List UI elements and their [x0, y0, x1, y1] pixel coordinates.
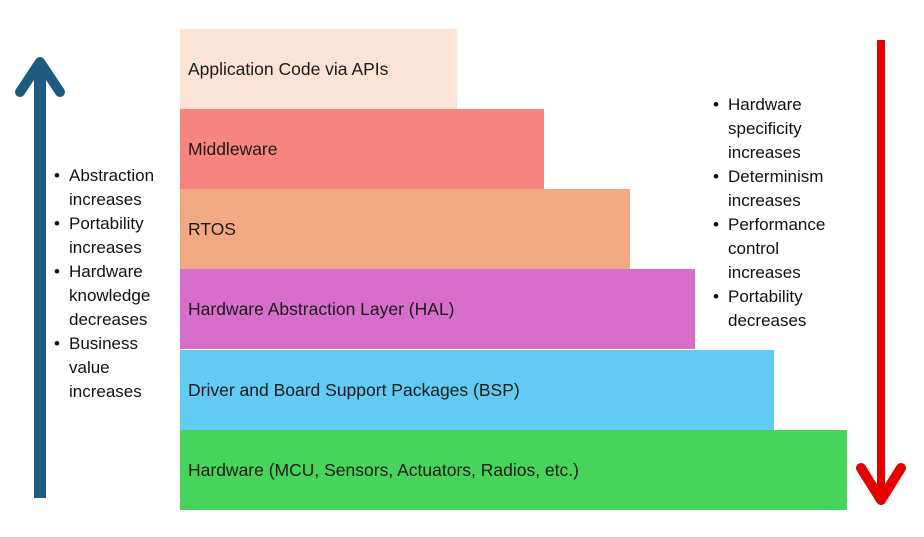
layer-hardware: Hardware (MCU, Sensors, Actuators, Radio… — [180, 430, 847, 510]
left-bullet-item: Hardware knowledge decreases — [54, 260, 154, 332]
right-bullet-item: Hardware specificity increases — [713, 93, 825, 165]
left-bullet-list: Abstraction increases Portability increa… — [54, 164, 154, 404]
layer-bsp: Driver and Board Support Packages (BSP) — [180, 350, 774, 430]
right-bullet-list: Hardware specificity increases Determini… — [713, 93, 825, 333]
right-bullet-item: Determinism increases — [713, 165, 825, 213]
layer-label: Hardware Abstraction Layer (HAL) — [188, 298, 455, 319]
left-bullet-item: Portability increases — [54, 212, 154, 260]
layer-middleware: Middleware — [180, 109, 544, 189]
layer-label: Application Code via APIs — [188, 58, 389, 79]
left-bullet-item: Abstraction increases — [54, 164, 154, 212]
layer-label: RTOS — [188, 218, 236, 239]
right-bullet-item: Performance control increases — [713, 213, 825, 285]
layer-hal: Hardware Abstraction Layer (HAL) — [180, 269, 695, 349]
layer-label: Driver and Board Support Packages (BSP) — [188, 379, 520, 400]
layer-label: Hardware (MCU, Sensors, Actuators, Radio… — [188, 459, 579, 480]
layer-rtos: RTOS — [180, 189, 630, 269]
left-bullet-item: Business value increases — [54, 332, 154, 404]
right-bullet-item: Portability decreases — [713, 285, 825, 333]
layer-application-code: Application Code via APIs — [180, 29, 457, 109]
layer-label: Middleware — [188, 138, 278, 159]
